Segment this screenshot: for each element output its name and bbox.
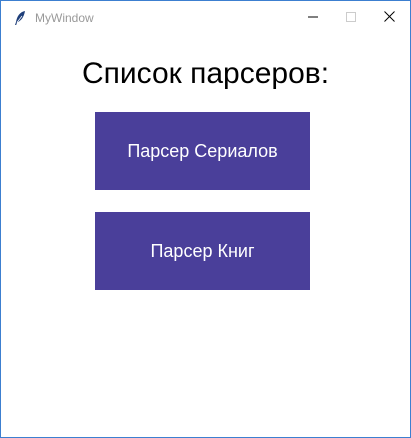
minimize-button[interactable] (294, 1, 332, 34)
app-window: MyWindow Список парсеров: Парсер Сериало… (0, 0, 411, 438)
close-button[interactable] (370, 1, 408, 34)
maximize-button[interactable] (332, 1, 370, 34)
maximize-icon (346, 9, 356, 27)
minimize-icon (308, 9, 318, 27)
books-parser-button[interactable]: Парсер Книг (95, 212, 310, 290)
close-icon (383, 9, 395, 27)
series-parser-button[interactable]: Парсер Сериалов (95, 112, 310, 190)
title-bar[interactable]: MyWindow (1, 1, 410, 34)
feather-icon (13, 10, 27, 26)
page-title: Список парсеров: (81, 57, 330, 90)
window-content: Список парсеров: Парсер Сериалов Парсер … (1, 34, 410, 437)
window-title: MyWindow (35, 11, 94, 25)
